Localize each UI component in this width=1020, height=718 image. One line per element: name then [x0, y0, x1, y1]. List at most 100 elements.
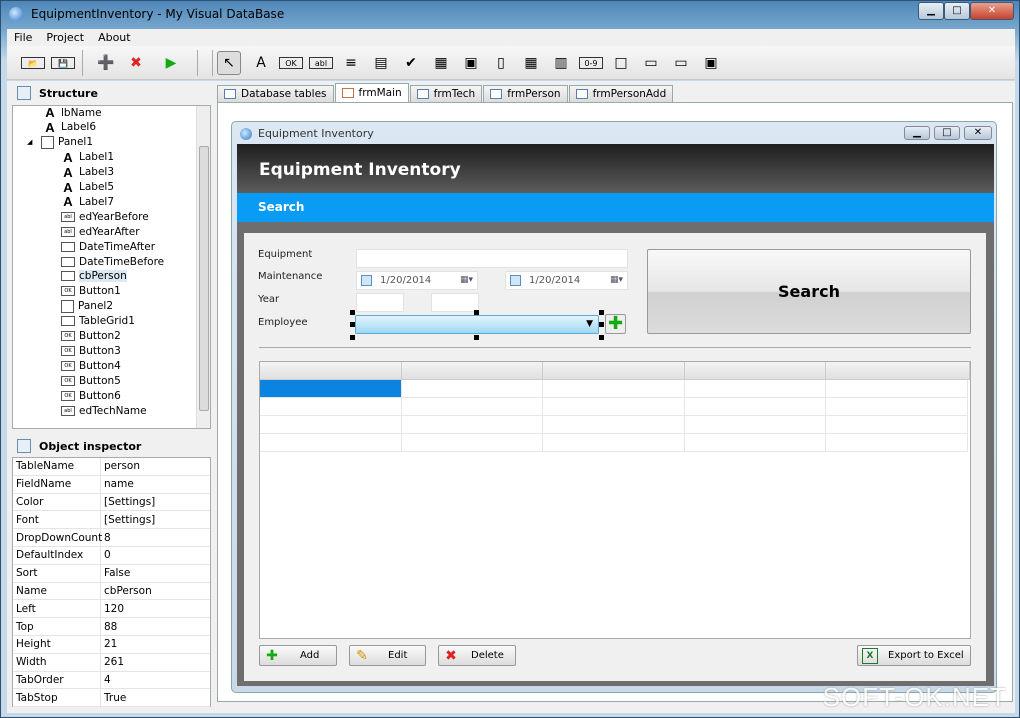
selection-handle[interactable]	[599, 310, 604, 315]
pointer-icon[interactable]: ↖	[217, 51, 241, 75]
grid-cell[interactable]	[684, 398, 826, 416]
edit-tool-icon[interactable]: abl	[309, 57, 333, 69]
inspector-row[interactable]: Color [Settings]	[13, 493, 210, 512]
scrollbar-thumb[interactable]	[199, 146, 209, 411]
tree-item[interactable]: abl edYearAfter	[61, 224, 140, 239]
grid-cell[interactable]	[826, 380, 968, 398]
grid-cell[interactable]	[543, 398, 685, 416]
equipment-input[interactable]	[356, 249, 628, 268]
inspector-row[interactable]: Left 120	[13, 600, 210, 619]
tab-database-tables[interactable]: Database tables	[217, 85, 334, 102]
grid-cell[interactable]	[543, 380, 685, 398]
export-excel-button[interactable]: X Export to Excel	[857, 645, 971, 666]
dbimage-tool-icon[interactable]: ▣	[459, 51, 483, 75]
property-value[interactable]: 261	[101, 656, 124, 668]
new-form-icon[interactable]: ➕	[94, 51, 118, 75]
date-time-after[interactable]: 1/20/2014 ▦▾	[356, 271, 478, 290]
property-value[interactable]: 0	[101, 549, 111, 561]
grid-cell[interactable]	[260, 398, 402, 416]
inspector-row[interactable]: Width 261	[13, 653, 210, 672]
tree-item[interactable]: OK Button4	[61, 358, 121, 373]
property-value[interactable]: cbPerson	[101, 585, 152, 597]
grid-cell[interactable]	[401, 398, 543, 416]
property-value[interactable]: [Settings]	[101, 496, 155, 508]
inspector-row[interactable]: TabOrder 4	[13, 671, 210, 690]
image-tool-icon[interactable]: ▣	[699, 51, 723, 75]
selection-handle[interactable]	[350, 322, 355, 327]
selection-handle[interactable]	[350, 310, 355, 315]
datetime-tool-icon[interactable]: ▦	[429, 51, 453, 75]
grid-cell[interactable]	[826, 434, 968, 452]
grid-cell[interactable]	[826, 398, 968, 416]
form-close-button[interactable]: ✕	[964, 126, 992, 140]
add-person-button[interactable]: ✚	[605, 314, 626, 334]
tree-item[interactable]: A Label5	[61, 180, 114, 195]
grid-cell[interactable]	[684, 380, 826, 398]
inspector-row[interactable]: TableName person	[13, 458, 210, 476]
checkbox-tool-icon[interactable]: ✔	[399, 51, 423, 75]
property-value[interactable]: name	[101, 478, 134, 490]
inspector-row[interactable]: FieldName name	[13, 475, 210, 494]
property-value[interactable]: False	[101, 567, 130, 579]
open-icon[interactable]: 📂	[21, 57, 45, 69]
selection-handle[interactable]	[474, 335, 479, 340]
save-icon[interactable]: 💾	[51, 57, 75, 69]
form-minimize-button[interactable]: ▁	[904, 126, 930, 140]
property-value[interactable]: 4	[101, 674, 111, 686]
tree-item[interactable]: DateTimeAfter	[61, 239, 155, 254]
calendar-dropdown-icon[interactable]: ▦▾	[460, 275, 473, 285]
employee-combobox[interactable]: ▼	[355, 315, 599, 334]
calendar-dropdown-icon[interactable]: ▦▾	[610, 275, 623, 285]
menu-about[interactable]: About	[91, 29, 138, 46]
groupbox-tool-icon[interactable]: ▭	[669, 51, 693, 75]
property-value[interactable]: 8	[101, 532, 111, 544]
tree-item[interactable]: abl edYearBefore	[61, 209, 149, 224]
memo-tool-icon[interactable]: ≡	[339, 51, 363, 75]
inspector-row[interactable]: TabStop True	[13, 689, 210, 708]
date-time-before[interactable]: 1/20/2014 ▦▾	[505, 271, 628, 290]
property-value[interactable]: True	[101, 692, 126, 704]
tree-item[interactable]: DateTimeBefore	[61, 254, 164, 269]
inspector-row[interactable]: Top 88	[13, 618, 210, 636]
counter-tool-icon[interactable]: 0-9	[579, 57, 603, 69]
property-value[interactable]: [Settings]	[101, 514, 155, 526]
add-button[interactable]: ✚ Add	[259, 645, 337, 666]
grid-cell[interactable]	[401, 380, 543, 398]
inspector-row[interactable]: Sort False	[13, 564, 210, 583]
grid-cell[interactable]	[543, 434, 685, 452]
tree-item[interactable]: OK Button3	[61, 343, 121, 358]
grid-cell[interactable]	[260, 380, 402, 398]
close-button[interactable]: ✕	[970, 2, 1014, 20]
tree-item[interactable]: Panel2	[61, 299, 113, 314]
tree-item[interactable]: ◢ Panel1	[27, 135, 93, 150]
property-value[interactable]: 21	[101, 638, 117, 650]
tree-scrollbar[interactable]	[196, 106, 210, 428]
tab-tool-icon[interactable]: ▭	[639, 51, 663, 75]
grid-cell[interactable]	[401, 416, 543, 434]
grid-column-header[interactable]	[826, 362, 970, 380]
search-button[interactable]: Search	[647, 249, 971, 334]
tree-item[interactable]: A Label7	[61, 194, 114, 209]
combobox-tool-icon[interactable]: ▤	[369, 51, 393, 75]
form-maximize-button[interactable]: □	[934, 126, 960, 140]
tree-item[interactable]: OK Button1	[61, 284, 121, 299]
delete-form-icon[interactable]: ✖	[124, 51, 148, 75]
panel-tool-icon[interactable]: □	[609, 51, 633, 75]
tree-item[interactable]: TableGrid1	[61, 314, 135, 329]
selection-handle[interactable]	[599, 335, 604, 340]
menu-file[interactable]: File	[7, 29, 39, 46]
grid-cell[interactable]	[826, 416, 968, 434]
tree-item[interactable]: A Label1	[61, 150, 114, 165]
maximize-button[interactable]: □	[944, 2, 970, 20]
inspector-row[interactable]: Name cbPerson	[13, 582, 210, 601]
minimize-button[interactable]: ▁	[918, 2, 944, 20]
inspector-row[interactable]: DropDownCount 8	[13, 529, 210, 547]
structure-tree[interactable]: AlbName A Label6 ◢ Panel1 A Label1 A Label3 A Labe…	[12, 105, 211, 429]
button-tool-icon[interactable]: OK	[279, 57, 303, 69]
date-before-checkbox[interactable]	[510, 275, 521, 286]
tab-frmmain[interactable]: frmMain	[334, 83, 409, 102]
property-value[interactable]: person	[101, 460, 140, 472]
date-after-checkbox[interactable]	[361, 275, 372, 286]
selection-handle[interactable]	[599, 322, 604, 327]
tree-item[interactable]: A Label6	[43, 120, 96, 135]
